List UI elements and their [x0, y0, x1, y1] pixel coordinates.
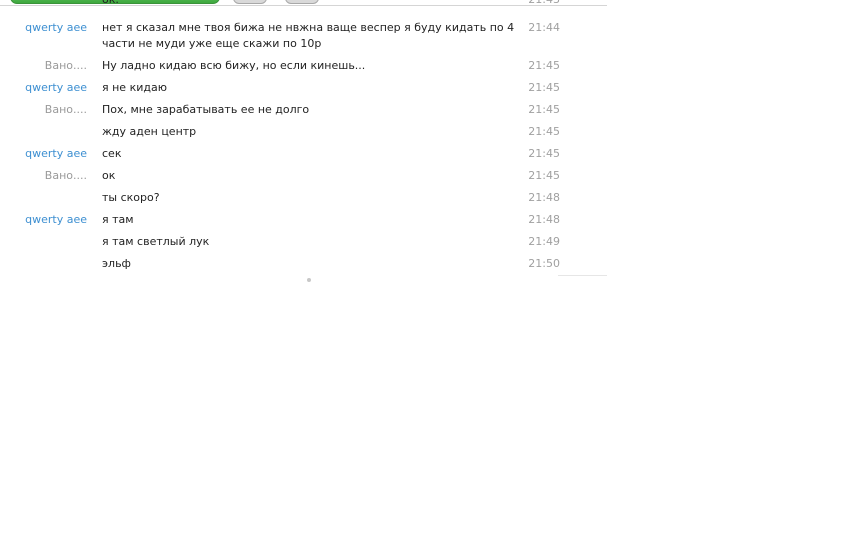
message-text: Ну ладно кидаю всю бижу, но если кинешь.… — [102, 59, 366, 72]
message-time: 21:45 — [528, 169, 560, 182]
message-text: Пох, мне зарабатывать ее не долго — [102, 103, 310, 116]
message-sender[interactable]: Вано.... — [0, 58, 87, 74]
message-text: я не кидаю — [102, 81, 167, 94]
message-time: 21:45 — [528, 103, 560, 116]
message-time: 21:50 — [528, 257, 560, 270]
divider — [558, 275, 607, 276]
message-time: 21:45 — [528, 59, 560, 72]
message-time: 21:45 — [528, 81, 560, 94]
chat-window: ок. 21:43 qwerty aee нет я сказал мне тв… — [0, 0, 864, 540]
message-text: жду аден центр — [102, 125, 197, 138]
message-sender[interactable]: Вано.... — [0, 168, 87, 184]
message-sender[interactable]: qwerty aee — [0, 20, 87, 36]
message-text: сек — [102, 147, 122, 160]
message-history[interactable]: ок. 21:43 qwerty aee нет я сказал мне тв… — [0, 0, 607, 276]
message-sender[interactable]: qwerty aee — [0, 146, 87, 162]
message-text: нет я сказал мне твоя бижа не нвжна ваще… — [102, 21, 515, 50]
message-time: 21:43 — [520, 0, 560, 8]
resize-handle[interactable] — [307, 278, 311, 282]
message-time: 21:48 — [528, 191, 560, 204]
message-text: ок. — [102, 0, 522, 8]
message-text: я там светлый лук — [102, 235, 210, 248]
message-text: я там — [102, 213, 134, 226]
message-time: 21:44 — [528, 21, 560, 34]
message-time: 21:48 — [528, 213, 560, 226]
message-text: эльф — [102, 257, 131, 270]
message-sender[interactable]: qwerty aee — [0, 212, 87, 228]
divider — [0, 5, 607, 6]
message-sender[interactable]: Вано.... — [0, 102, 87, 118]
message-time: 21:49 — [528, 235, 560, 248]
message-text: ты скоро? — [102, 191, 160, 204]
message-sender[interactable]: qwerty aee — [0, 80, 87, 96]
message-text: ок — [102, 169, 116, 182]
message-time: 21:45 — [528, 125, 560, 138]
message-time: 21:45 — [528, 147, 560, 160]
